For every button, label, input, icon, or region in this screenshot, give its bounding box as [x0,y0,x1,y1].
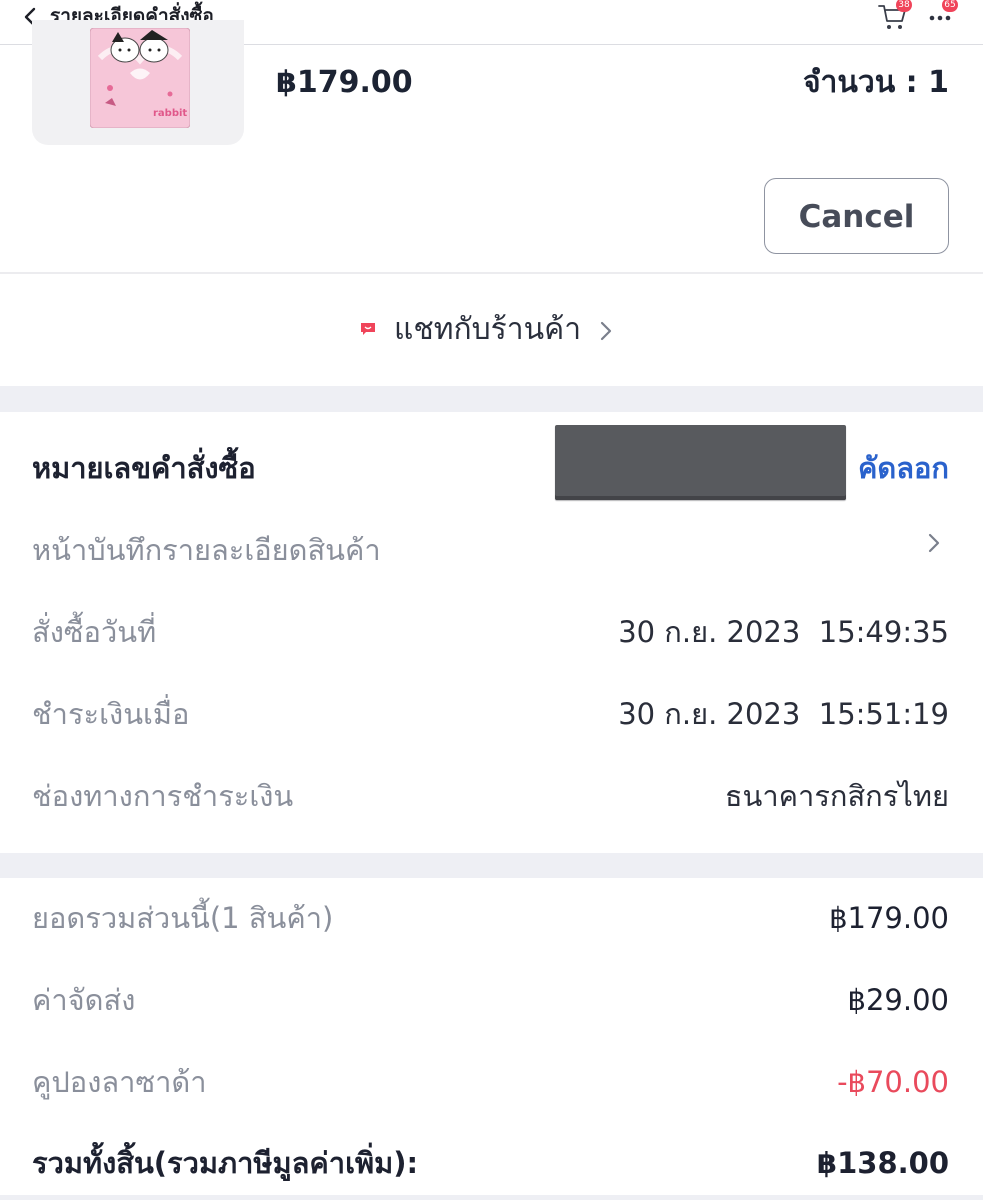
coupon-label: คูปองลาซาด้า [32,1065,207,1099]
subtotal-label: ยอดรวมส่วนนี้(1 สินค้า) [32,901,334,935]
cancel-button[interactable]: Cancel [764,178,949,254]
shipping-fee-value: ฿29.00 [847,983,949,1017]
coupon-discount-value: -฿70.00 [837,1065,949,1099]
grand-total-value: ฿138.00 [816,1146,949,1180]
rabbit-logo-text: rabbit [153,108,187,119]
paid-at-label: ชำระเงินเมื่อ [32,697,190,731]
product-image[interactable]: rabbit [89,27,191,129]
payment-method-value: ธนาคารกสิกรไทย [724,779,949,813]
paid-at-value: 30 ก.ย. 2023 15:51:19 [618,697,949,731]
payment-method-label: ช่องทางการชำระเงิน [32,779,294,813]
divider [0,272,983,274]
section-divider [0,853,983,878]
order-date-value: 30 ก.ย. 2023 15:49:35 [618,615,949,649]
section-divider [0,1195,983,1200]
chat-with-seller-label: แชทกับร้านค้า [394,312,582,347]
cart-count-badge: 38 [896,0,912,12]
chat-bubble-icon [360,321,376,335]
copy-order-number-button[interactable]: คัดลอก [858,446,949,490]
shipping-fee-label: ค่าจัดส่ง [32,983,136,1017]
chevron-right-icon [598,318,614,344]
product-notes-link[interactable]: หน้าบันทึกรายละเอียดสินค้า [32,528,381,572]
notification-badge: 65 [942,0,958,12]
product-price: ฿179.00 [276,65,413,100]
order-date-label: สั่งซื้อวันที่ [32,615,157,649]
product-quantity: จำนวน : 1 [802,65,949,100]
order-number-label: หมายเลขคำสั่งซื้อ [32,451,256,485]
subtotal-value: ฿179.00 [829,901,949,935]
grand-total-label: รวมทั้งสิ้น(รวมภาษีมูลค่าเพิ่ม): [32,1146,419,1180]
chat-with-seller-row[interactable]: แชทกับร้านค้า [0,276,983,386]
section-divider [0,386,983,412]
order-number-redacted [555,425,846,500]
chevron-right-icon[interactable] [926,530,942,556]
